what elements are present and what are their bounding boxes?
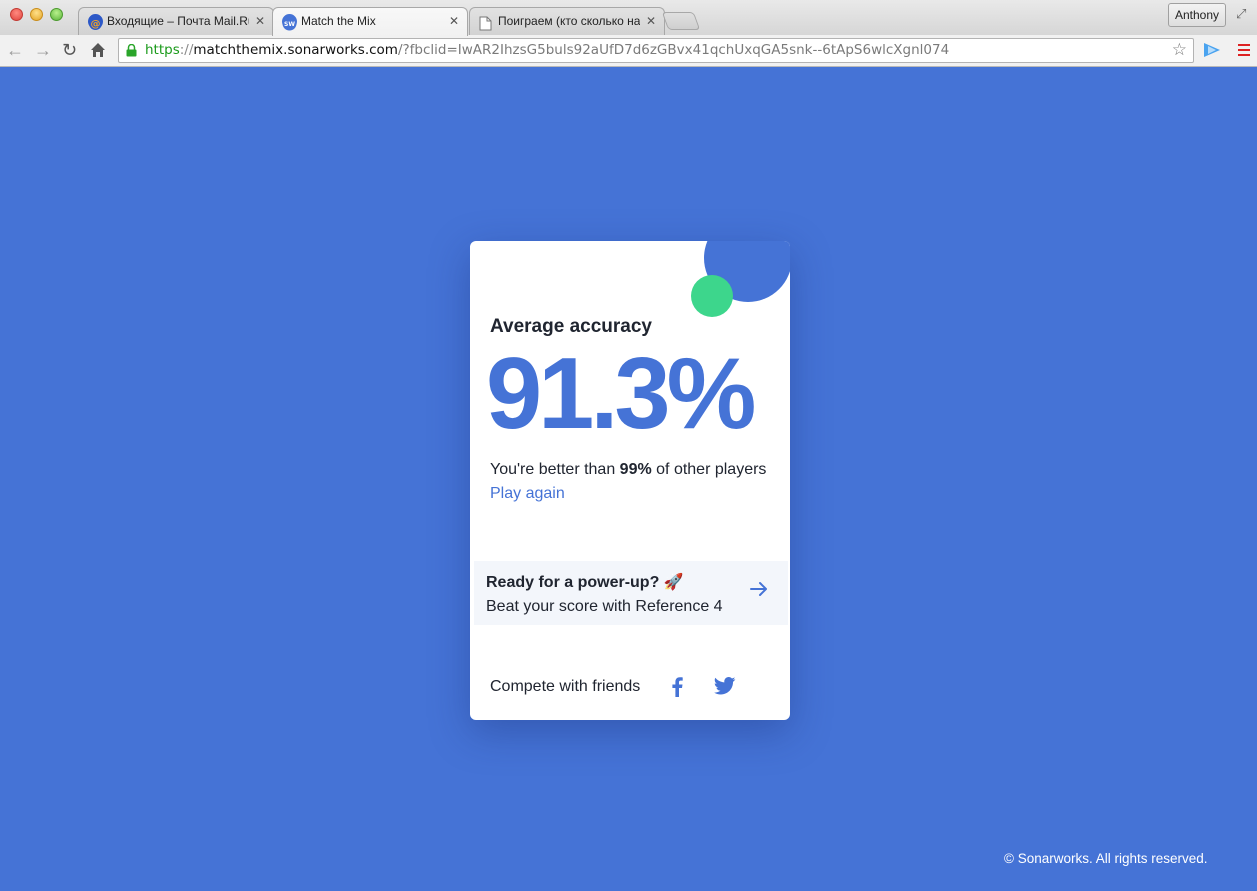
zoom-window-button[interactable]: [50, 8, 63, 21]
tab-title: Поиграем (кто сколько наберет): [498, 14, 640, 28]
close-tab-icon[interactable]: ✕: [449, 8, 459, 34]
ranking-suffix: of other players: [651, 461, 767, 478]
tab-title: Входящие – Почта Mail.Ru: [107, 14, 249, 28]
url-host: matchthemix.sonarworks.com: [193, 42, 398, 58]
reload-icon[interactable]: ↻: [62, 39, 77, 61]
accuracy-value: 91.3%: [486, 338, 756, 450]
play-again-link[interactable]: Play again: [490, 485, 565, 503]
url-path: /?fbclid=IwAR2IhzsG5buls92aUfD7d6zGBvx41…: [397, 42, 950, 58]
back-icon[interactable]: ←: [6, 39, 24, 61]
reference4-promo[interactable]: Ready for a power-up? 🚀 Beat your score …: [474, 561, 788, 625]
home-icon[interactable]: [90, 41, 106, 63]
browser-titlebar: @ Входящие – Почта Mail.Ru ✕ SW Match th…: [0, 0, 1257, 36]
url-scheme: https: [145, 42, 180, 58]
promo-title: Ready for a power-up? 🚀: [486, 574, 684, 591]
accuracy-label: Average accuracy: [490, 316, 652, 337]
new-tab-button[interactable]: [661, 12, 701, 30]
fullscreen-icon[interactable]: ⤢: [1236, 6, 1246, 22]
close-tab-icon[interactable]: ✕: [255, 8, 265, 34]
lock-icon: [126, 44, 137, 57]
mailru-icon: @: [88, 14, 103, 30]
browser-menu-icon[interactable]: [1238, 44, 1250, 59]
tab-poigraem[interactable]: Поиграем (кто сколько наберет) ✕: [469, 7, 665, 35]
address-bar[interactable]: https://matchthemix.sonarworks.com/?fbcl…: [118, 38, 1194, 63]
close-tab-icon[interactable]: ✕: [646, 8, 656, 34]
bookmark-star-icon[interactable]: ☆: [1172, 39, 1187, 62]
svg-text:@: @: [91, 19, 101, 30]
ranking-percent: 99%: [619, 461, 652, 478]
document-icon: [479, 14, 494, 31]
facebook-icon[interactable]: [670, 676, 684, 698]
ranking-prefix: You're better than: [490, 461, 620, 478]
url-separator: ://: [179, 42, 194, 58]
minimize-window-button[interactable]: [30, 8, 43, 21]
close-window-button[interactable]: [10, 8, 23, 21]
compete-label: Compete with friends: [490, 678, 641, 695]
twitter-icon[interactable]: [714, 677, 736, 695]
copyright-footer: © Sonarworks. All rights reserved.: [1004, 851, 1208, 866]
tab-match-the-mix[interactable]: SW Match the Mix ✕: [272, 7, 468, 36]
arrow-right-icon[interactable]: [750, 581, 768, 597]
sonarworks-badge-text: SW: [284, 21, 295, 28]
ranking-text: You're better than 99% of other players: [490, 461, 766, 479]
browser-toolbar: ← → ↻ https://matchthemix.sonarworks.com…: [0, 35, 1257, 67]
forward-icon[interactable]: →: [34, 39, 52, 61]
extension-icon[interactable]: [1203, 42, 1221, 63]
decorative-green-circle: [691, 275, 733, 317]
profile-button[interactable]: Anthony: [1168, 3, 1226, 27]
tab-title: Match the Mix: [301, 14, 376, 28]
promo-subtitle: Beat your score with Reference 4: [486, 598, 723, 615]
sonarworks-icon: SW: [282, 14, 297, 31]
result-card: Average accuracy 91.3% You're better tha…: [470, 241, 790, 720]
tab-mailru[interactable]: @ Входящие – Почта Mail.Ru ✕: [78, 7, 274, 35]
